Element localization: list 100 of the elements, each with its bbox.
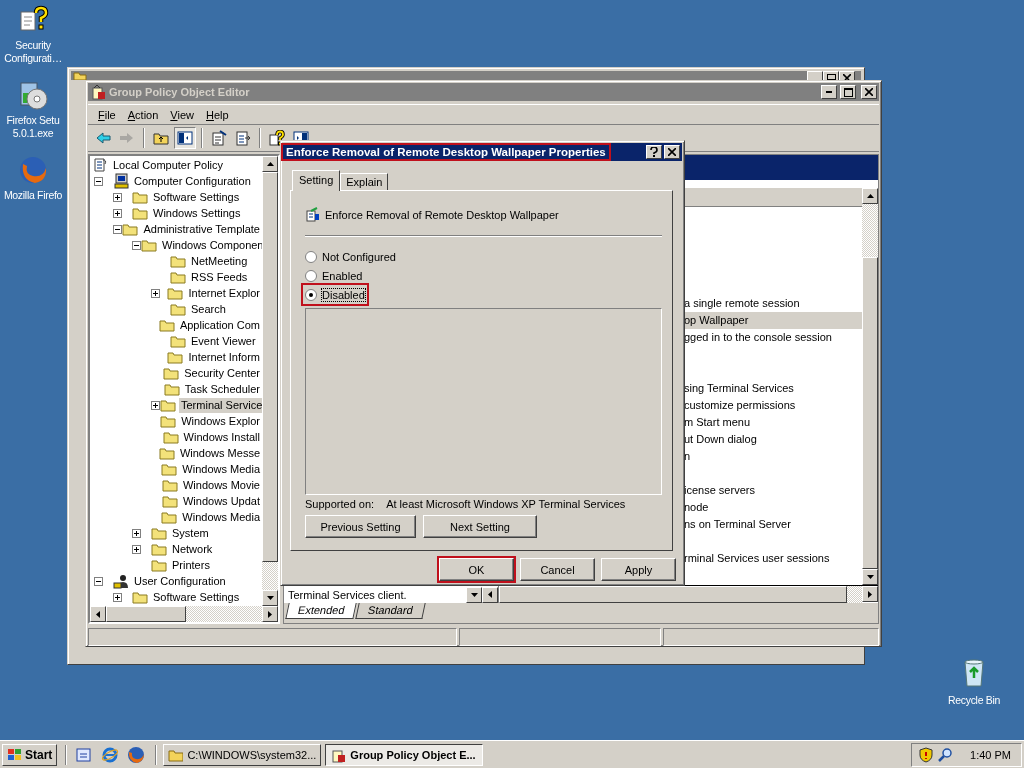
tree-item[interactable]: Network <box>170 541 215 557</box>
tree-item[interactable]: Administrative Template <box>141 221 262 237</box>
desktop-icon-label[interactable]: Mozilla Firefo <box>3 189 63 202</box>
tree-item[interactable]: Security Center <box>182 365 262 381</box>
toolbar-tree-button[interactable] <box>174 127 196 149</box>
expand-toggle[interactable] <box>151 288 160 298</box>
scroll-down-button[interactable] <box>466 586 482 603</box>
desktop-icon-label[interactable]: Recycle Bin <box>947 694 1001 707</box>
list-row[interactable]: ut Down dialog <box>681 431 862 448</box>
tree-item[interactable]: Internet Inform <box>186 349 262 365</box>
tree-item[interactable]: Event Viewer <box>189 333 258 349</box>
tree-item[interactable]: Windows Install <box>181 429 262 445</box>
tree-item[interactable]: Computer Configuration <box>132 173 253 189</box>
radio-option[interactable]: Disabled <box>303 285 367 304</box>
desktop-icon-label[interactable]: 5.0.1.exe <box>12 127 54 140</box>
desktop-shortcut-icon[interactable] <box>75 745 94 764</box>
tree-item[interactable]: Terminal Service <box>179 397 262 413</box>
minimize-button[interactable] <box>821 85 837 99</box>
start-button[interactable]: Start <box>2 743 58 766</box>
expand-toggle[interactable] <box>113 208 122 218</box>
vertical-scrollbar[interactable] <box>862 188 878 585</box>
tree-item[interactable]: User Configuration <box>132 573 228 589</box>
tree-item[interactable]: System <box>170 525 211 541</box>
horizontal-scrollbar[interactable] <box>90 606 278 622</box>
menu-item[interactable]: View <box>164 108 200 121</box>
list-row[interactable]: rminal Services user sessions <box>681 550 862 567</box>
dialog-button[interactable]: Apply <box>601 558 676 581</box>
dialog-tab[interactable]: Explain <box>340 173 389 190</box>
scroll-up-button[interactable] <box>862 188 878 204</box>
expand-toggle[interactable] <box>94 576 103 586</box>
browser-e-icon[interactable] <box>101 745 120 764</box>
list-row[interactable]: a single remote session <box>681 295 862 312</box>
dialog-button[interactable]: Cancel <box>520 558 595 581</box>
expand-toggle[interactable] <box>151 400 160 410</box>
list-row[interactable]: customize permissions <box>681 397 862 414</box>
tree-item[interactable]: Software Settings <box>151 589 242 605</box>
expand-toggle[interactable] <box>113 224 122 234</box>
tree-item[interactable]: Windows Movie <box>180 477 262 493</box>
tree-item[interactable]: Windows Media <box>180 461 262 477</box>
navigation-button[interactable]: Previous Setting <box>305 515 416 538</box>
tree-item[interactable]: Windows Updat <box>180 493 262 509</box>
tree-item[interactable]: Windows Settings <box>151 205 243 221</box>
tree-item[interactable]: Windows Explor <box>179 413 262 429</box>
tree-item[interactable]: NetMeeting <box>189 253 250 269</box>
installer-disc-icon[interactable] <box>17 79 49 111</box>
list-row[interactable]: sing Terminal Services <box>681 380 862 397</box>
scroll-down-button[interactable] <box>262 590 278 606</box>
list-row[interactable]: n <box>681 448 862 465</box>
shield-icon[interactable] <box>918 746 935 763</box>
menu-item[interactable]: Action <box>121 108 165 121</box>
maximize-button[interactable] <box>840 85 856 99</box>
dialog-tab[interactable]: Setting <box>292 170 341 191</box>
expand-toggle[interactable] <box>94 176 103 186</box>
menu-item[interactable]: Help <box>200 108 235 121</box>
scroll-left-button[interactable] <box>90 606 106 622</box>
expand-toggle[interactable] <box>113 192 122 202</box>
magnifier-icon[interactable] <box>937 746 954 763</box>
desktop-icon-label[interactable]: Configurati… <box>4 52 62 65</box>
scroll-down-button[interactable] <box>862 569 878 585</box>
tree-item[interactable]: Printers <box>170 557 212 573</box>
expand-toggle[interactable] <box>132 240 141 250</box>
taskbar-button[interactable]: C:\WINDOWS\system32... <box>163 743 322 766</box>
tree-item[interactable]: RSS Feeds <box>189 269 250 285</box>
desktop-icon-label[interactable]: Security <box>15 39 51 52</box>
menu-item[interactable]: File <box>92 108 122 121</box>
list-row[interactable]: node <box>681 499 862 516</box>
expand-toggle[interactable] <box>132 528 141 538</box>
tree-item[interactable]: Software Settings <box>151 189 242 205</box>
close-button[interactable] <box>664 145 680 159</box>
navigation-button[interactable]: Next Setting <box>423 515 537 538</box>
tree-item[interactable]: Local Computer Policy <box>111 157 226 173</box>
tree-item[interactable]: Internet Explor <box>186 285 262 301</box>
scroll-up-button[interactable] <box>262 156 278 172</box>
tree-item[interactable]: Application Com <box>177 317 262 333</box>
radio-option[interactable]: Enabled <box>303 266 365 285</box>
list-row[interactable]: m Start menu <box>681 414 862 431</box>
dialog-button[interactable]: OK <box>439 558 514 581</box>
scroll-left-button[interactable] <box>482 586 498 603</box>
tree-item[interactable]: Windows Componen <box>160 237 262 253</box>
scroll-thumb[interactable] <box>106 606 186 622</box>
globe-fox-icon[interactable] <box>127 745 146 764</box>
tree-item[interactable]: Task Scheduler <box>182 381 262 397</box>
view-tab[interactable]: Standard <box>355 603 426 619</box>
help-button[interactable] <box>646 145 662 159</box>
scroll-track[interactable] <box>847 586 862 603</box>
expand-toggle[interactable] <box>113 592 122 602</box>
view-tab[interactable]: Extended <box>285 603 358 619</box>
tree-item[interactable]: Search <box>189 301 228 317</box>
tree-item[interactable]: Windows Messe <box>177 445 262 461</box>
tree-item[interactable]: Windows Media <box>180 509 262 525</box>
radio-option[interactable]: Not Configured <box>303 247 398 266</box>
list-row[interactable]: icense servers <box>681 482 862 499</box>
list-row[interactable]: ns on Terminal Server <box>681 516 862 533</box>
scroll-thumb[interactable] <box>862 257 878 569</box>
scroll-right-button[interactable] <box>262 606 278 622</box>
desktop-icon-label[interactable]: Firefox Setu <box>6 114 60 127</box>
expand-toggle[interactable] <box>132 544 141 554</box>
close-button[interactable] <box>861 85 877 99</box>
minimize-button[interactable] <box>807 71 823 80</box>
scroll-right-button[interactable] <box>862 586 878 602</box>
